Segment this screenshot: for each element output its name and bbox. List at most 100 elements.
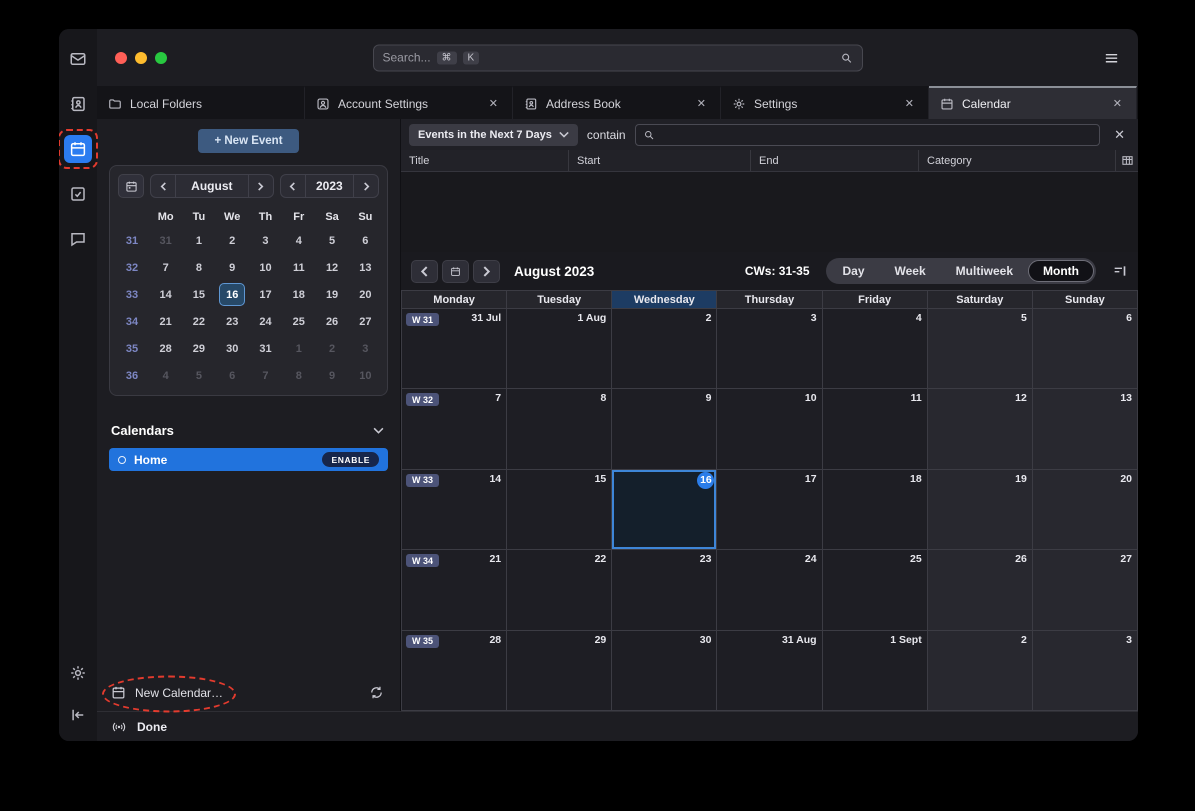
mini-day[interactable]: 9	[219, 256, 245, 279]
mini-day[interactable]: 9	[319, 364, 345, 387]
tab-calendar[interactable]: Calendar✕	[929, 86, 1137, 119]
month-day-cell[interactable]: 15	[507, 470, 612, 550]
mini-day[interactable]: 10	[352, 364, 378, 387]
event-filter-dropdown[interactable]: Events in the Next 7 Days	[409, 124, 578, 146]
close-window-button[interactable]	[115, 52, 127, 64]
enable-badge[interactable]: ENABLE	[322, 452, 379, 467]
space-settings-button[interactable]	[64, 659, 92, 687]
tab-close-icon[interactable]: ✕	[486, 95, 501, 112]
mini-day[interactable]: 29	[186, 337, 212, 360]
view-mode-day[interactable]: Day	[828, 260, 880, 282]
new-event-button[interactable]: + New Event	[198, 129, 298, 153]
events-column-header-category[interactable]: Category	[919, 150, 1116, 171]
month-day-cell[interactable]: 30	[612, 631, 717, 711]
mini-month-today-button[interactable]	[118, 174, 144, 198]
mini-day[interactable]: 3	[352, 337, 378, 360]
mini-day[interactable]: 13	[352, 256, 378, 279]
month-day-cell[interactable]: 2	[612, 309, 717, 389]
month-day-cell[interactable]: 9	[612, 389, 717, 469]
month-day-cell[interactable]: 19	[928, 470, 1033, 550]
mini-day[interactable]: 10	[252, 256, 278, 279]
month-day-cell[interactable]: 26	[928, 550, 1033, 630]
mini-day[interactable]: 8	[286, 364, 312, 387]
month-day-cell[interactable]: 2	[928, 631, 1033, 711]
collapse-spaces-button[interactable]	[64, 701, 92, 729]
prev-month-button[interactable]	[151, 175, 175, 197]
month-day-cell[interactable]: 8	[507, 389, 612, 469]
mini-day[interactable]: 16	[219, 283, 245, 306]
app-menu-button[interactable]	[1103, 49, 1120, 66]
mini-day[interactable]: 17	[252, 283, 278, 306]
minimize-window-button[interactable]	[135, 52, 147, 64]
space-chat-button[interactable]	[64, 225, 92, 253]
global-search-bar[interactable]: Search... ⌘ K	[373, 44, 863, 71]
tab-local-folders[interactable]: Local Folders	[97, 86, 305, 119]
events-list[interactable]	[401, 172, 1138, 252]
month-day-cell[interactable]: 24	[717, 550, 822, 630]
month-day-cell[interactable]: 1 Sept	[823, 631, 928, 711]
space-calendar-button[interactable]	[64, 135, 92, 163]
space-address-book-button[interactable]	[64, 90, 92, 118]
mini-day[interactable]: 6	[219, 364, 245, 387]
events-column-header-start[interactable]: Start	[569, 150, 751, 171]
month-day-cell[interactable]: 12	[928, 389, 1033, 469]
zoom-window-button[interactable]	[155, 52, 167, 64]
previous-period-button[interactable]	[411, 260, 438, 283]
view-mode-multiweek[interactable]: Multiweek	[941, 260, 1028, 282]
space-tasks-button[interactable]	[64, 180, 92, 208]
mini-day[interactable]: 27	[352, 310, 378, 333]
month-day-cell[interactable]: 5	[928, 309, 1033, 389]
mini-day[interactable]: 31	[252, 337, 278, 360]
column-picker-button[interactable]	[1116, 150, 1138, 171]
month-day-cell[interactable]: 25	[823, 550, 928, 630]
tab-close-icon[interactable]: ✕	[1110, 95, 1125, 112]
month-day-cell[interactable]: 4	[823, 309, 928, 389]
month-day-cell[interactable]: 29	[507, 631, 612, 711]
month-day-cell[interactable]: 3	[1033, 631, 1138, 711]
mini-day[interactable]: 4	[153, 364, 179, 387]
sync-calendars-button[interactable]	[369, 685, 384, 700]
events-column-header-title[interactable]: Title	[401, 150, 569, 171]
mini-day[interactable]: 4	[286, 229, 312, 252]
mini-day[interactable]: 5	[319, 229, 345, 252]
mini-day[interactable]: 2	[219, 229, 245, 252]
next-month-button[interactable]	[249, 175, 273, 197]
mini-day[interactable]: 26	[319, 310, 345, 333]
month-day-cell[interactable]: 13	[1033, 389, 1138, 469]
month-day-cell[interactable]: W 3314	[402, 470, 507, 550]
month-day-cell[interactable]: W 3528	[402, 631, 507, 711]
mini-day[interactable]: 7	[252, 364, 278, 387]
mini-day[interactable]: 15	[186, 283, 212, 306]
month-day-cell[interactable]: W 327	[402, 389, 507, 469]
mini-day[interactable]: 5	[186, 364, 212, 387]
events-column-header-end[interactable]: End	[751, 150, 919, 171]
mini-day[interactable]: 7	[153, 256, 179, 279]
mini-day[interactable]: 23	[219, 310, 245, 333]
view-mode-week[interactable]: Week	[880, 260, 941, 282]
month-day-cell[interactable]: W 3421	[402, 550, 507, 630]
mini-day[interactable]: 20	[352, 283, 378, 306]
month-day-cell[interactable]: 16	[612, 470, 717, 550]
space-mail-button[interactable]	[64, 45, 92, 73]
mini-day[interactable]: 3	[252, 229, 278, 252]
chevron-down-icon[interactable]	[373, 427, 384, 434]
tab-close-icon[interactable]: ✕	[694, 95, 709, 112]
mini-day[interactable]: 25	[286, 310, 312, 333]
next-period-button[interactable]	[473, 260, 500, 283]
month-day-cell[interactable]: 1 Aug	[507, 309, 612, 389]
new-calendar-button[interactable]: New Calendar…	[111, 685, 223, 700]
mini-day[interactable]: 19	[319, 283, 345, 306]
today-button[interactable]	[442, 260, 469, 283]
mini-day[interactable]: 1	[286, 337, 312, 360]
mini-day[interactable]: 22	[186, 310, 212, 333]
tab-address-book[interactable]: Address Book✕	[513, 86, 721, 119]
mini-day[interactable]: 11	[286, 256, 312, 279]
month-day-cell[interactable]: 22	[507, 550, 612, 630]
next-year-button[interactable]	[354, 175, 378, 197]
month-day-cell[interactable]: 11	[823, 389, 928, 469]
calendar-list-item-home[interactable]: HomeENABLE	[109, 448, 388, 471]
month-day-cell[interactable]: 18	[823, 470, 928, 550]
month-day-cell[interactable]: 6	[1033, 309, 1138, 389]
mini-day[interactable]: 24	[252, 310, 278, 333]
mini-day[interactable]: 12	[319, 256, 345, 279]
